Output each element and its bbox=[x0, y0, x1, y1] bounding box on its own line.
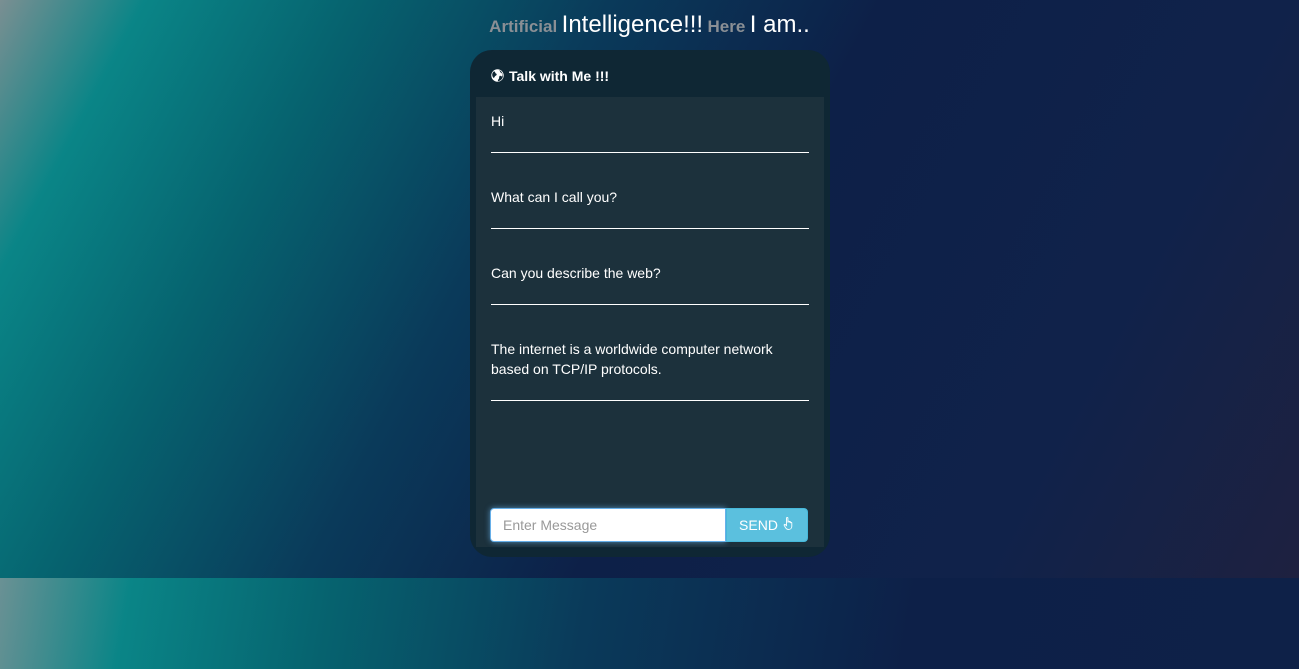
chat-message: The internet is a worldwide computer net… bbox=[491, 339, 809, 401]
chat-message: What can I call you? bbox=[491, 187, 809, 229]
page-background-lower bbox=[0, 578, 1299, 669]
title-word-i-am: I am.. bbox=[749, 11, 810, 38]
chat-panel: Talk with Me !!! Hi What can I call you?… bbox=[470, 50, 830, 557]
send-button-label: SEND bbox=[739, 517, 778, 533]
globe-icon bbox=[491, 69, 504, 82]
hand-pointer-icon bbox=[783, 516, 795, 531]
message-input[interactable] bbox=[490, 508, 726, 542]
send-button[interactable]: SEND bbox=[726, 508, 808, 542]
title-word-here: Here bbox=[707, 17, 746, 36]
chat-messages[interactable]: Hi What can I call you? Can you describe… bbox=[476, 97, 824, 547]
message-input-group: SEND bbox=[490, 508, 808, 542]
page-title: Artificial Intelligence!!! Here I am.. bbox=[0, 11, 1299, 39]
chat-message: Can you describe the web? bbox=[491, 263, 809, 305]
title-word-intelligence: Intelligence!!! bbox=[561, 11, 704, 38]
chat-message: Hi bbox=[491, 111, 809, 153]
title-word-artificial: Artificial bbox=[489, 17, 558, 36]
chat-header-title: Talk with Me !!! bbox=[509, 68, 610, 84]
chat-header: Talk with Me !!! bbox=[470, 50, 830, 97]
